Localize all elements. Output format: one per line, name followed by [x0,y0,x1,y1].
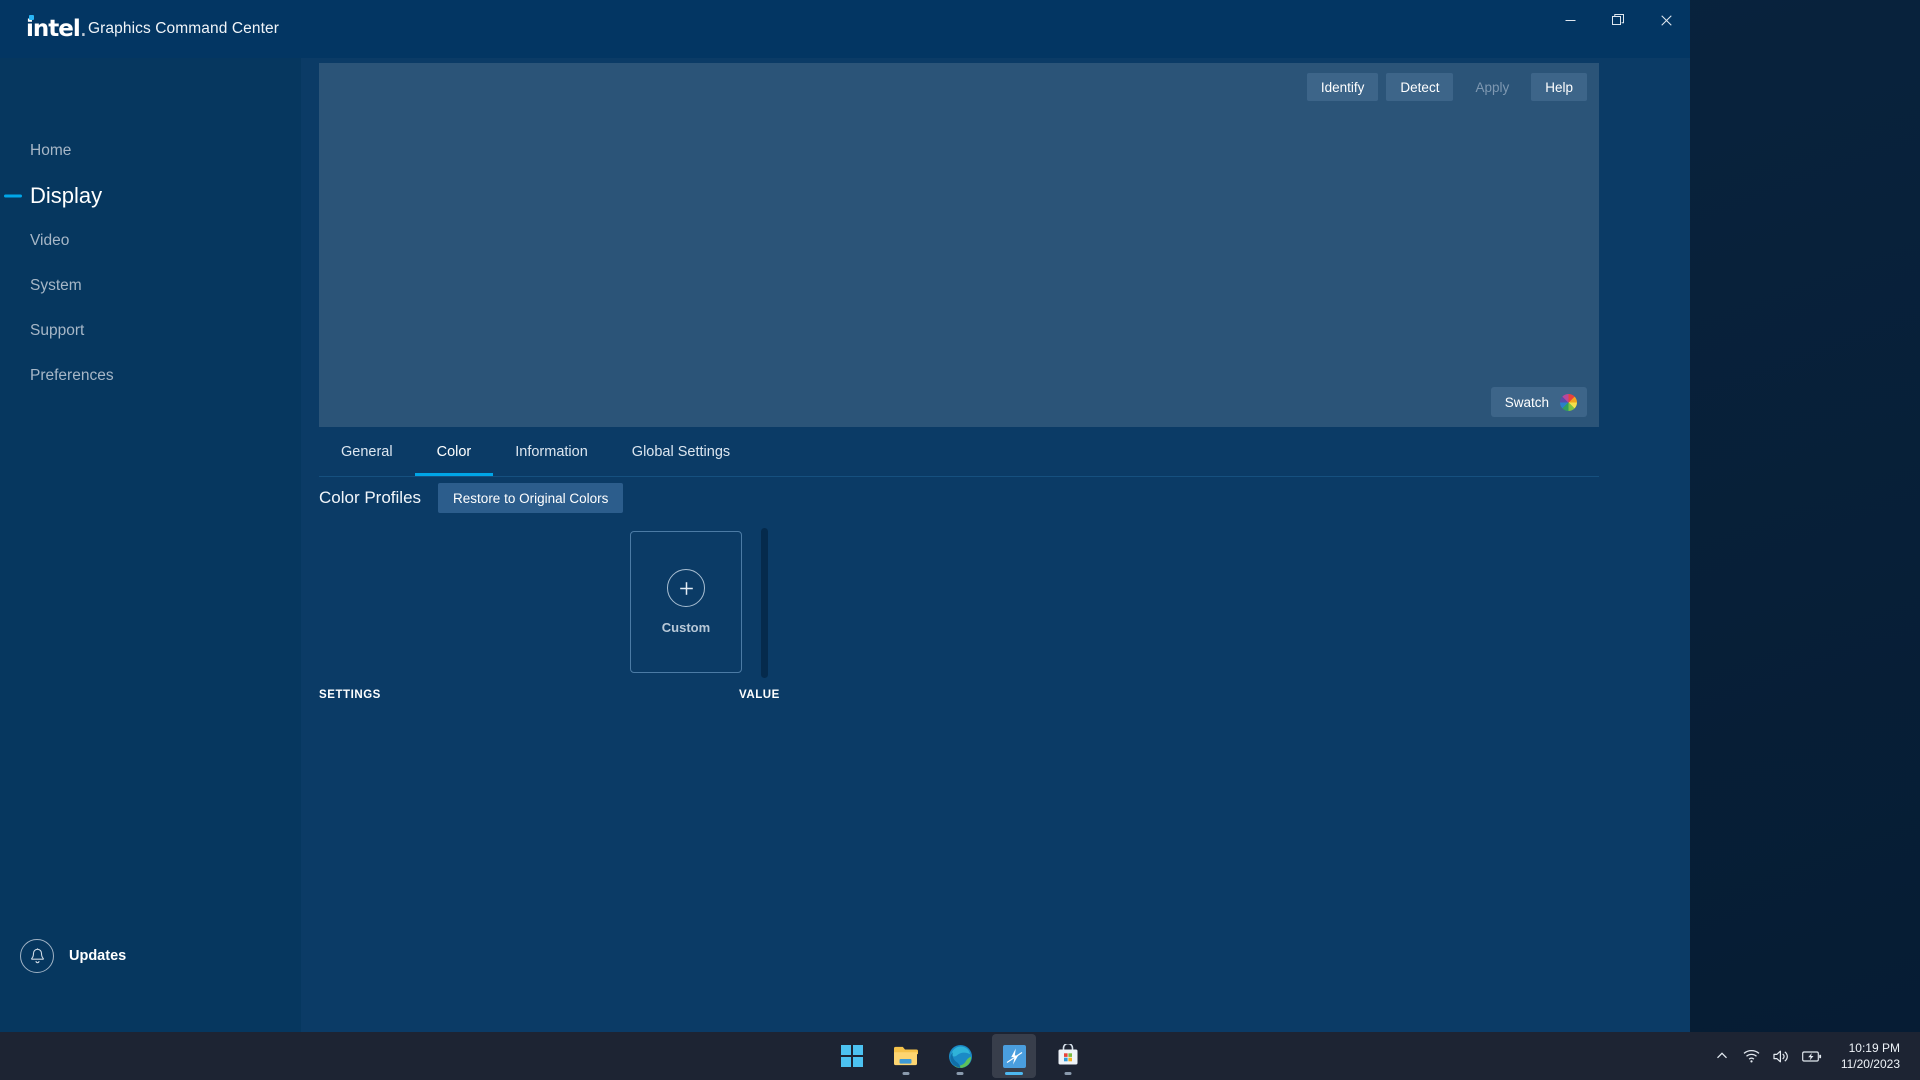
network-button[interactable] [1737,1032,1767,1080]
display-tabs: General Color Information Global Setting… [319,427,1599,477]
detect-button[interactable]: Detect [1386,73,1454,101]
sidebar-item-label: Video [30,231,70,249]
sidebar-item-support[interactable]: Support [0,308,301,353]
show-hidden-icons-button[interactable] [1707,1032,1737,1080]
sidebar-item-label: System [30,276,82,294]
intel-gcc-icon [1002,1044,1026,1068]
volume-button[interactable] [1767,1032,1797,1080]
restore-icon [1612,14,1624,25]
window-controls [1546,0,1690,40]
tab-label: Global Settings [631,443,731,460]
sidebar-item-label: Support [30,321,85,339]
sidebar-item-preferences[interactable]: Preferences [0,353,301,398]
color-profiles-title: Color Profiles [319,488,422,507]
minimize-icon [1565,19,1575,21]
sidebar-item-display[interactable]: Display [0,173,301,218]
battery-button[interactable] [1797,1032,1827,1080]
intel-logo-period: . [79,15,87,42]
help-button[interactable]: Help [1531,73,1587,101]
edge-icon [948,1044,972,1068]
running-indicator [902,1072,910,1075]
tab-information[interactable]: Information [493,427,610,476]
sidebar-item-label: Display [30,182,103,208]
intel-graphics-command-center-button[interactable] [992,1034,1036,1078]
clock-time: 10:19 PM [1848,1040,1900,1055]
sidebar-item-home[interactable]: Home [0,128,301,173]
windows-start-icon [841,1045,863,1067]
sidebar-item-system[interactable]: System [0,263,301,308]
column-header-value: VALUE [739,689,780,701]
wifi-icon [1743,1049,1760,1063]
active-marker [4,194,22,197]
apply-button: Apply [1475,79,1510,95]
scrollbar-thumb[interactable] [761,528,768,678]
microsoft-edge-button[interactable] [938,1034,982,1078]
title-bar: intel. Graphics Command Center [0,0,1690,58]
system-tray: 10:19 PM 11/20/2023 [1707,1032,1920,1080]
intel-logo-text: intel [26,15,81,42]
connected-displays-preview[interactable]: Identify Detect Apply Help Swatch [319,63,1599,427]
active-window-indicator [1005,1072,1023,1075]
microsoft-store-button[interactable] [1046,1034,1090,1078]
restore-button[interactable] [1594,0,1642,40]
settings-table-header: SETTINGS VALUE [319,689,1599,711]
color-profiles-scrollbar[interactable] [761,528,768,678]
minimize-button[interactable] [1546,0,1594,40]
swatch-button[interactable]: Swatch [1490,387,1587,417]
custom-profile-label: Custom [661,620,711,635]
tab-underline [414,473,494,476]
intel-logo: intel. [26,14,87,42]
battery-charging-icon [1801,1050,1821,1062]
color-profiles-header: Color Profiles Restore to Original Color… [319,483,624,513]
speaker-icon [1773,1050,1789,1062]
sidebar-item-label: Preferences [30,366,114,384]
app-title: Graphics Command Center [88,20,279,37]
running-indicator [956,1072,964,1075]
tab-label: Color [436,443,472,460]
graphics-command-center-window: intel. Graphics Command Center Home Disp… [0,0,1690,1032]
folder-icon [894,1046,918,1066]
custom-color-profile-card[interactable]: Custom [630,531,742,673]
running-indicator [1064,1072,1072,1075]
clock-date: 11/20/2023 [1840,1057,1900,1071]
color-wheel-icon [1560,393,1577,411]
microsoft-store-icon [1058,1044,1078,1065]
swatch-label: Swatch [1504,394,1549,410]
preview-toolbar: Identify Detect Apply Help [1306,73,1587,101]
bell-icon [20,939,54,973]
close-icon [1660,14,1672,26]
plus-icon [667,569,705,607]
updates-button[interactable]: Updates [20,939,126,973]
tab-global-settings[interactable]: Global Settings [610,427,752,476]
tab-label: Information [515,443,588,460]
sidebar: Home Display Video System Support Prefer… [0,0,301,1032]
sidebar-item-label: Home [30,141,72,159]
tab-color[interactable]: Color [414,427,494,476]
main-content: Connected Displays Identify Detect Apply… [301,0,1690,1032]
start-button[interactable] [830,1034,874,1078]
tab-general[interactable]: General [319,427,415,476]
identify-button[interactable]: Identify [1306,73,1379,101]
close-button[interactable] [1642,0,1690,40]
sidebar-item-video[interactable]: Video [0,218,301,263]
file-explorer-button[interactable] [884,1034,928,1078]
intel-logo-dot [29,14,34,20]
updates-label: Updates [69,948,127,964]
column-header-settings: SETTINGS [319,689,381,701]
tab-label: General [341,443,393,460]
taskbar-app-icons [830,1034,1090,1078]
chevron-up-icon [1716,1052,1727,1059]
restore-to-original-colors-button[interactable]: Restore to Original Colors [438,483,624,513]
sidebar-nav: Home Display Video System Support Prefer… [0,128,301,398]
windows-taskbar: 10:19 PM 11/20/2023 [0,1032,1920,1080]
clock[interactable]: 10:19 PM 11/20/2023 [1827,1032,1912,1080]
